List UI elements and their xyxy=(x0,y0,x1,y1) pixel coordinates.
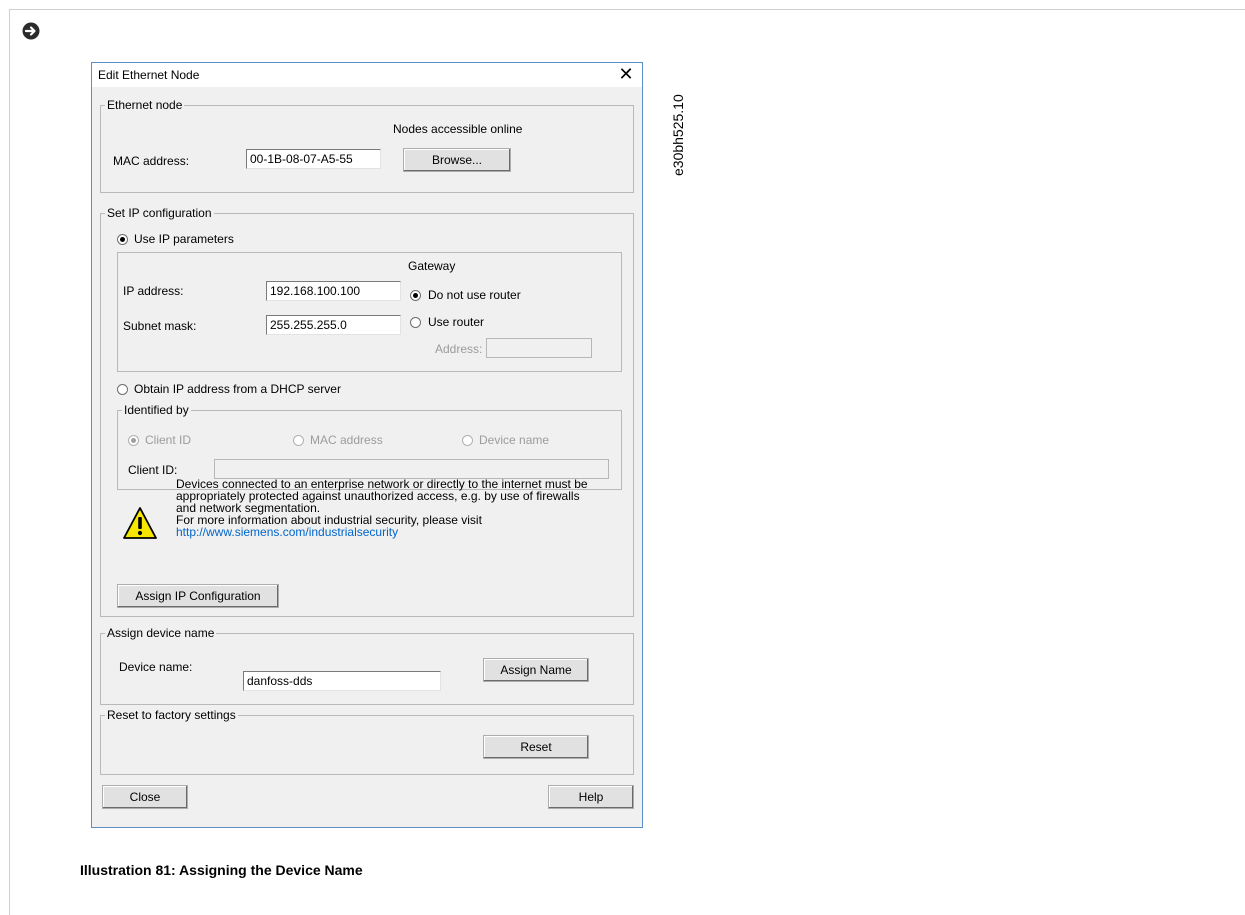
mac-address-field[interactable]: 00-1B-08-07-A5-55 xyxy=(246,149,381,169)
mac-address-label: MAC address: xyxy=(113,154,190,168)
dialog-title: Edit Ethernet Node xyxy=(98,68,200,82)
subnet-mask-label: Subnet mask: xyxy=(123,319,197,333)
device-name-field[interactable]: danfoss-dds xyxy=(243,671,441,691)
client-id-radio[interactable] xyxy=(128,435,139,446)
close-icon[interactable]: ✕ xyxy=(616,64,636,84)
use-router-radio[interactable] xyxy=(410,317,421,328)
ip-address-label: IP address: xyxy=(123,284,184,298)
close-button[interactable]: Close xyxy=(102,785,188,809)
figure-code: e30bh525.10 xyxy=(670,66,690,176)
assign-ip-configuration-button[interactable]: Assign IP Configuration xyxy=(117,584,279,608)
nodes-online-label: Nodes accessible online xyxy=(393,122,523,136)
device-name-label: Device name: xyxy=(119,660,193,674)
ip-address-field[interactable]: 192.168.100.100 xyxy=(266,281,401,301)
edit-ethernet-node-dialog: Edit Ethernet Node ✕ Ethernet node Nodes… xyxy=(91,62,643,828)
subnet-mask-field[interactable]: 255.255.255.0 xyxy=(266,315,401,335)
circle-arrow-right-icon xyxy=(22,22,40,40)
help-button[interactable]: Help xyxy=(548,785,634,809)
reset-factory-group: Reset to factory settings Reset xyxy=(100,708,634,775)
industrial-security-link[interactable]: http://www.siemens.com/industrialsecurit… xyxy=(176,526,596,538)
ethernet-node-group: Ethernet node Nodes accessible online MA… xyxy=(100,98,634,193)
figure-code-text: e30bh525.10 xyxy=(670,94,686,176)
do-not-use-router-label: Do not use router xyxy=(428,288,521,302)
assign-device-name-legend: Assign device name xyxy=(105,626,217,640)
assign-device-name-group: Assign device name Device name: danfoss-… xyxy=(100,626,634,705)
ethernet-node-legend: Ethernet node xyxy=(105,98,185,112)
device-name-radio[interactable] xyxy=(462,435,473,446)
figure-caption: Illustration 81: Assigning the Device Na… xyxy=(80,862,363,878)
dhcp-label: Obtain IP address from a DHCP server xyxy=(134,382,341,396)
title-bar: Edit Ethernet Node ✕ xyxy=(92,63,642,87)
warning-triangle-icon xyxy=(123,507,157,539)
dhcp-radio[interactable] xyxy=(117,384,128,395)
reset-factory-legend: Reset to factory settings xyxy=(105,708,238,722)
gateway-label: Gateway xyxy=(408,259,456,273)
client-id-field xyxy=(214,459,609,479)
identified-by-legend: Identified by xyxy=(122,403,191,417)
use-ip-radio[interactable] xyxy=(117,234,128,245)
reset-button[interactable]: Reset xyxy=(483,735,589,759)
mac-address-radio[interactable] xyxy=(293,435,304,446)
do-not-use-router-radio[interactable] xyxy=(410,290,421,301)
device-name-option-label: Device name xyxy=(479,433,550,447)
ip-configuration-group: Set IP configuration Use IP parameters G… xyxy=(100,206,634,617)
client-id-option-label: Client ID xyxy=(145,433,192,447)
security-warning-text: Devices connected to an enterprise netwo… xyxy=(176,478,596,538)
ip-configuration-legend: Set IP configuration xyxy=(105,206,214,220)
client-id-label: Client ID: xyxy=(128,463,178,477)
browse-button[interactable]: Browse... xyxy=(403,148,511,172)
assign-name-button[interactable]: Assign Name xyxy=(483,658,589,682)
router-address-field xyxy=(486,338,592,358)
use-router-label: Use router xyxy=(428,315,485,329)
router-address-label: Address: xyxy=(435,342,483,356)
ip-parameters-box: Gateway IP address: 192.168.100.100 Do n… xyxy=(117,252,622,372)
mac-address-option-label: MAC address xyxy=(310,433,383,447)
use-ip-label: Use IP parameters xyxy=(134,232,234,246)
